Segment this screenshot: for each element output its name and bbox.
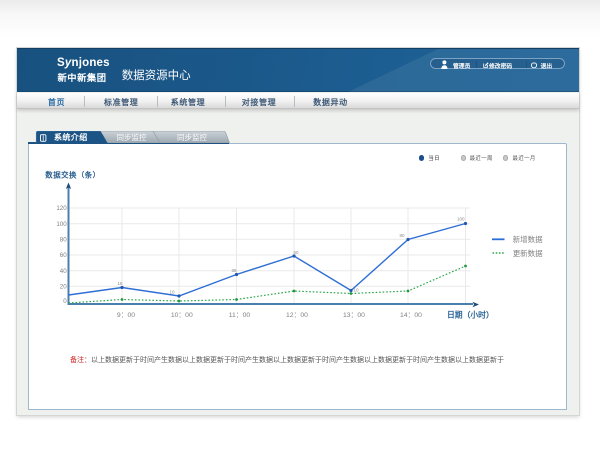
svg-text:100: 100: [457, 217, 465, 222]
svg-text:10: 10: [354, 288, 360, 293]
svg-text:20: 20: [60, 284, 67, 291]
svg-text:60: 60: [294, 250, 300, 255]
svg-text:日期（小时）: 日期（小时）: [447, 310, 494, 320]
svg-text:数据交换（条）: 数据交换（条）: [45, 171, 100, 180]
svg-text:40: 40: [60, 268, 67, 275]
svg-text:35: 35: [232, 268, 238, 273]
svg-text:80: 80: [60, 237, 67, 244]
svg-text:10: 10: [170, 290, 176, 295]
svg-text:80: 80: [400, 233, 406, 238]
svg-text:100: 100: [56, 221, 67, 228]
svg-text:0: 0: [63, 298, 67, 305]
svg-text:13：00: 13：00: [343, 312, 365, 319]
svg-text:10：00: 10：00: [171, 312, 193, 319]
svg-text:12：00: 12：00: [286, 312, 308, 319]
svg-text:120: 120: [56, 205, 67, 212]
svg-text:14：00: 14：00: [400, 312, 422, 319]
svg-text:11：00: 11：00: [229, 312, 251, 319]
svg-text:60: 60: [60, 252, 67, 259]
svg-text:9：00: 9：00: [117, 312, 135, 319]
svg-text:更新数据: 更新数据: [513, 248, 543, 258]
svg-text:18: 18: [118, 281, 124, 286]
svg-text:新增数据: 新增数据: [513, 234, 543, 244]
